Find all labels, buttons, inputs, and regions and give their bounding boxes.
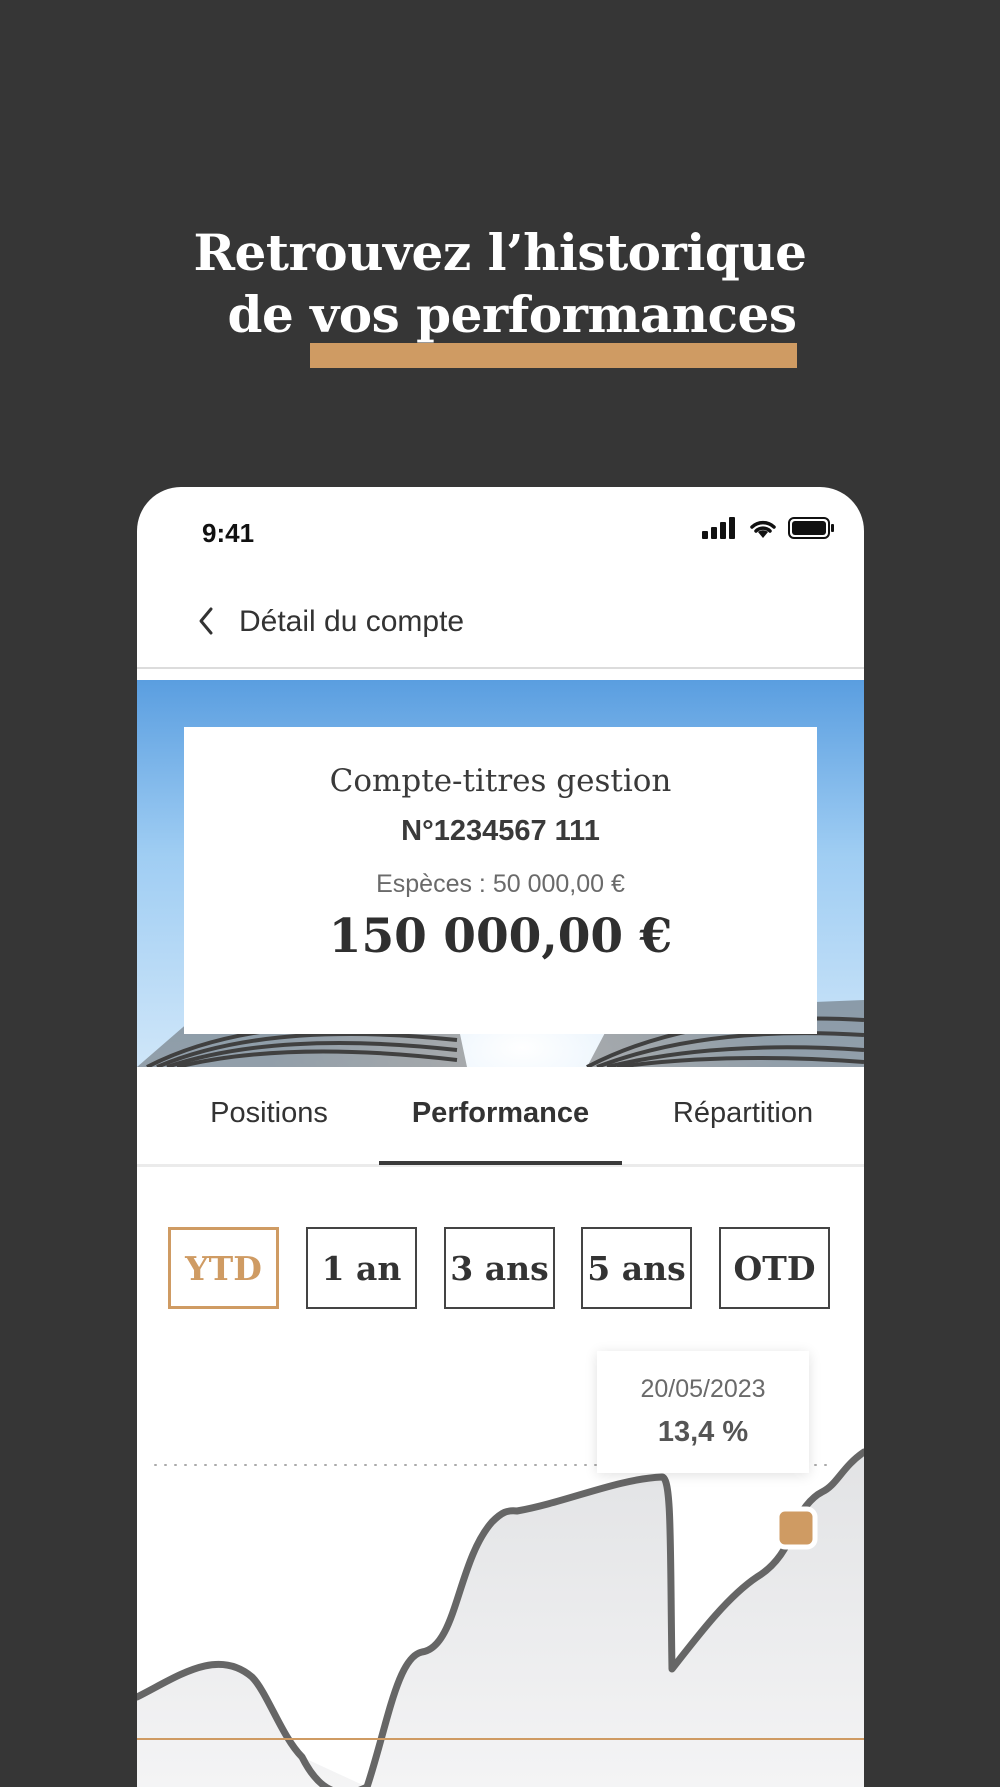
chart-tooltip: 20/05/2023 13,4 % — [597, 1351, 809, 1473]
headline: Retrouvez l’historique de vos performanc… — [0, 222, 1000, 368]
cash-balance: Espèces : 50 000,00 € — [376, 870, 625, 898]
account-hero: Compte-titres gestion N°1234567 111 Espè… — [137, 680, 864, 1067]
period-otd-button[interactable]: OTD — [719, 1227, 830, 1309]
status-time: 9:41 — [202, 518, 255, 548]
account-number: N°1234567 111 — [401, 815, 600, 847]
tooltip-date: 20/05/2023 — [640, 1375, 766, 1403]
status-bar: 9:41 — [137, 487, 864, 577]
period-selector: YTD 1 an 3 ans 5 ans OTD — [137, 1227, 864, 1313]
headline-line-1: Retrouvez l’historique — [193, 223, 807, 282]
period-5-ans-button[interactable]: 5 ans — [581, 1227, 692, 1309]
selected-point-marker — [774, 1506, 818, 1550]
battery-icon — [788, 517, 834, 539]
headline-line-2: de vos performances — [203, 284, 797, 368]
period-3-ans-button[interactable]: 3 ans — [444, 1227, 555, 1309]
account-card: Compte-titres gestion N°1234567 111 Espè… — [184, 727, 817, 1034]
chart-area — [137, 1452, 864, 1787]
period-1-an-button[interactable]: 1 an — [306, 1227, 417, 1309]
nav-bar: Détail du compte — [137, 577, 864, 669]
active-tab-indicator — [379, 1161, 622, 1165]
total-balance: 150 000,00 € — [328, 909, 673, 964]
headline-highlight: vos performances — [310, 285, 797, 368]
status-icons — [702, 517, 834, 539]
tab-repartition[interactable]: Répartition — [622, 1097, 864, 1130]
account-name: Compte-titres gestion — [329, 763, 672, 799]
page-title: Détail du compte — [239, 605, 465, 638]
tab-performance[interactable]: Performance — [379, 1097, 622, 1130]
tab-positions[interactable]: Positions — [159, 1097, 379, 1130]
headline-prefix: de — [227, 285, 311, 344]
phone-screen: 9:41 Détail du compte Compte-titres gest… — [137, 487, 864, 1787]
tab-bar: Positions Performance Répartition — [137, 1067, 864, 1167]
chevron-left-icon[interactable] — [193, 601, 219, 641]
signal-icon — [702, 517, 735, 539]
period-ytd-button[interactable]: YTD — [168, 1227, 279, 1309]
tooltip-value: 13,4 % — [657, 1416, 749, 1448]
wifi-icon — [750, 520, 776, 538]
